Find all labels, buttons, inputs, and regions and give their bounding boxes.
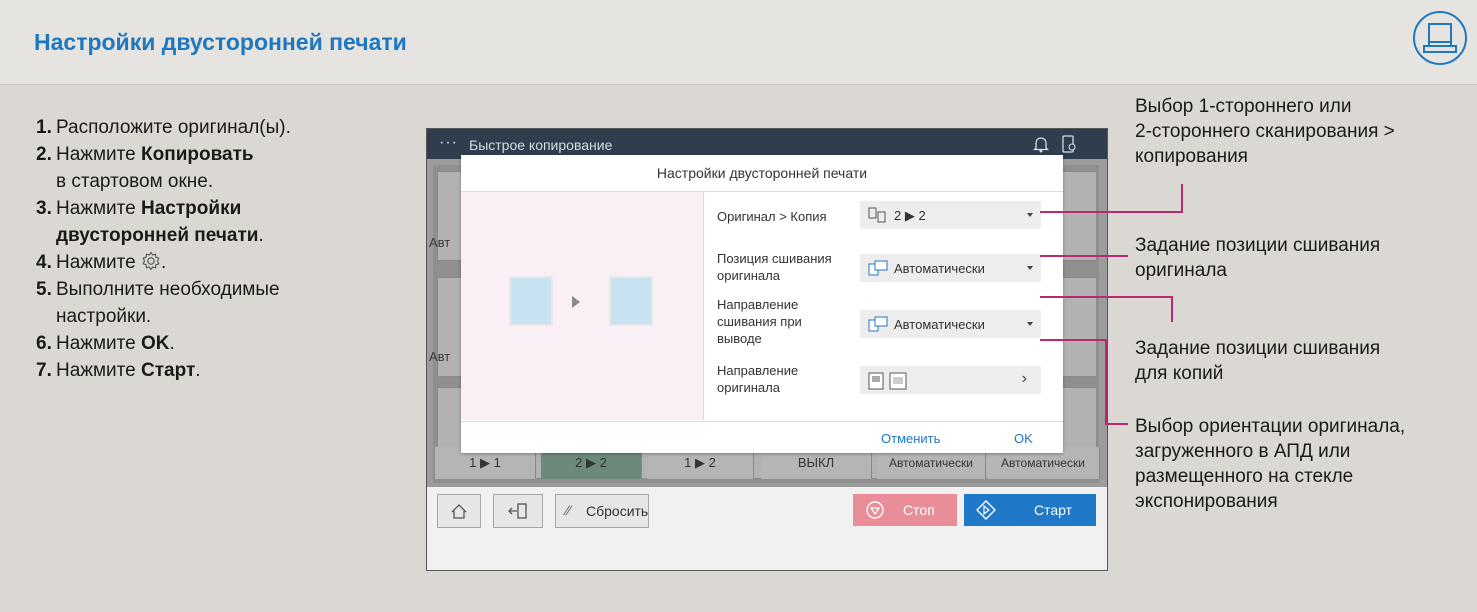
callout-line-3 xyxy=(1040,296,1173,322)
callout-lines xyxy=(1040,184,1183,425)
callout-line-4 xyxy=(1040,339,1128,425)
callout-duplex-mode: Выбор 1-стороннего или 2-стороннего скан… xyxy=(1135,96,1395,167)
callout-copy-binding: Задание позиции сшивания для копий xyxy=(1135,338,1381,384)
callout-line-1 xyxy=(1040,184,1183,213)
callout-orientation: Выбор ориентации оригинала, загруженного… xyxy=(1135,416,1406,512)
callout-original-binding: Задание позиции сшивания оригинала xyxy=(1135,235,1381,281)
